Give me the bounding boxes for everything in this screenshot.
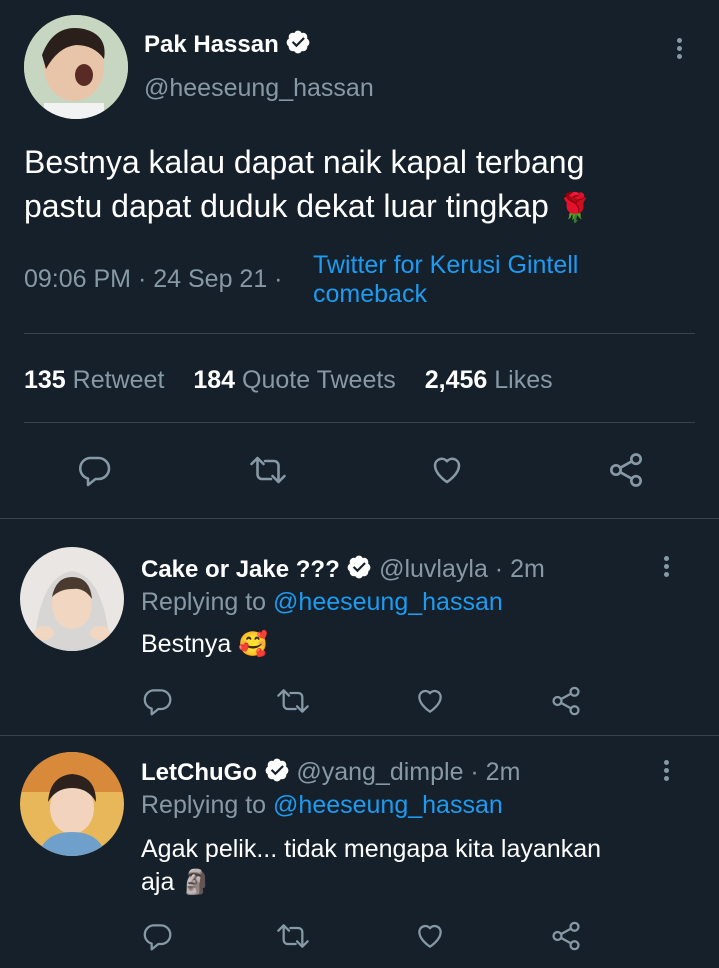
likes-count: 2,456 (424, 366, 488, 394)
smiling-hearts-emoji: 🥰 (238, 631, 269, 658)
reply-author-name[interactable]: Cake or Jake ??? (141, 556, 340, 583)
verified-icon (285, 29, 311, 62)
verified-icon (264, 757, 290, 790)
source-line[interactable]: Twitter for Kerusi Gintell (313, 251, 578, 280)
retweet-icon[interactable] (248, 452, 288, 488)
reply-icon[interactable] (76, 452, 112, 488)
avatar[interactable] (20, 547, 124, 651)
replying-handle[interactable]: @heeseung_hassan (273, 588, 503, 616)
reply-author-name[interactable]: LetChuGo (141, 759, 257, 786)
like-icon[interactable] (428, 452, 466, 488)
reply-handle-time[interactable]: @luvlayla · 2m (379, 555, 545, 583)
tweet-time[interactable]: 09:06 PM (24, 265, 131, 293)
likes-stat[interactable]: 2,456 Likes (425, 366, 553, 394)
replying-handle[interactable]: @heeseung_hassan (273, 791, 503, 819)
more-icon[interactable] (662, 556, 670, 580)
retweet-icon[interactable] (275, 920, 311, 952)
tweet-text-line: pastu dapat duduk dekat luar tingkap (24, 188, 549, 224)
tweet-text: Bestnya kalau dapat naik kapal terbang p… (24, 140, 593, 230)
divider (0, 735, 719, 736)
replying-label: Replying to (141, 791, 267, 819)
retweet-stat[interactable]: 135 Retweet (24, 366, 164, 394)
share-icon[interactable] (606, 450, 646, 490)
reply-icon[interactable] (141, 920, 173, 952)
like-icon[interactable] (413, 920, 447, 952)
moai-emoji: 🗿 (181, 869, 212, 896)
reply-text: Agak pelik... tidak mengapa kita layanka… (141, 833, 601, 899)
quote-count: 184 (193, 366, 236, 394)
verified-icon (346, 554, 372, 587)
retweet-icon[interactable] (275, 685, 311, 717)
source-line[interactable]: comeback (313, 280, 578, 309)
divider (24, 333, 695, 334)
quote-label: Quote Tweets (242, 366, 396, 394)
tweet-stats: 135 Retweet 184 Quote Tweets 2,456 Likes (24, 366, 553, 395)
author-handle[interactable]: @heeseung_hassan (144, 74, 374, 103)
tweet-date[interactable]: · 24 Sep 21 · (138, 265, 283, 293)
divider (0, 518, 719, 519)
reply-icon[interactable] (141, 685, 173, 717)
like-icon[interactable] (413, 685, 447, 717)
retweet-label: Retweet (72, 366, 165, 394)
reply-text-line: Agak pelik... tidak mengapa kita layanka… (141, 835, 601, 863)
reply-text: Bestnya (141, 630, 232, 658)
author-name[interactable]: Pak Hassan (144, 31, 279, 58)
share-icon[interactable] (549, 684, 583, 718)
divider (24, 422, 695, 423)
replying-label: Replying to (141, 588, 267, 616)
reply-text-line: aja (141, 868, 175, 896)
avatar[interactable] (20, 752, 124, 856)
likes-label: Likes (494, 366, 553, 394)
more-icon[interactable] (675, 38, 683, 62)
quote-stat[interactable]: 184 Quote Tweets (193, 366, 395, 394)
more-icon[interactable] (662, 760, 670, 784)
rose-emoji: 🌹 (557, 192, 593, 223)
tweet-source[interactable]: Twitter for Kerusi Gintell comeback (313, 251, 578, 309)
retweet-count: 135 (24, 366, 66, 394)
tweet-text-line: Bestnya kalau dapat naik kapal terbang (24, 144, 585, 180)
share-icon[interactable] (549, 919, 583, 953)
reply-handle-time[interactable]: @yang_dimple · 2m (296, 758, 520, 786)
avatar[interactable] (24, 15, 128, 119)
